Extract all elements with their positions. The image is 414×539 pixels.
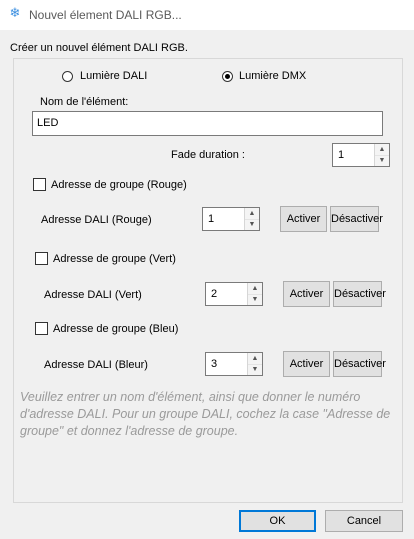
help-text: Veuillez entrer un nom d'élément, ainsi … [20,390,391,438]
group-checkbox-bleu-label: Adresse de groupe (Bleu) [53,323,179,335]
fade-duration-label: Fade duration : [171,149,245,161]
spin-down-icon[interactable]: ▼ [245,219,259,230]
dali-address-rouge-label: Adresse DALI (Rouge) [41,214,152,226]
spin-down-icon[interactable]: ▼ [375,155,389,166]
spin-down-icon[interactable]: ▼ [248,364,262,375]
deactivate-rouge-button[interactable]: Désactiver [330,206,383,232]
activate-bleu-button[interactable]: Activer [283,351,330,377]
dali-address-bleu-spinner[interactable]: 3 ▲ ▼ [205,352,263,376]
group-checkbox-vert-label: Adresse de groupe (Vert) [53,253,176,265]
dali-address-rouge-spin-buttons: ▲ ▼ [244,208,259,230]
activate-vert-button[interactable]: Activer [283,281,330,307]
group-checkbox-rouge-label: Adresse de groupe (Rouge) [51,179,187,191]
fade-duration-spinner[interactable]: 1 ▲ ▼ [332,143,390,167]
element-name-input[interactable]: LED [32,111,383,136]
title-bar: ❄ Nouvel élement DALI RGB... [0,0,414,30]
dali-address-bleu-value: 3 [211,358,218,370]
radio-lumiere-dmx[interactable] [222,71,233,82]
group-checkbox-bleu[interactable] [35,322,48,335]
snowflake-icon: ❄ [9,5,21,20]
intro-text: Créer un nouvel élément DALI RGB. [10,42,188,54]
fade-duration-value: 1 [338,149,345,161]
group-checkbox-vert[interactable] [35,252,48,265]
dali-address-vert-value: 2 [211,288,218,300]
dali-address-vert-label: Adresse DALI (Vert) [44,289,142,301]
dali-address-bleu-spin-buttons: ▲ ▼ [247,353,262,375]
activate-rouge-button[interactable]: Activer [280,206,327,232]
dali-address-vert-spin-buttons: ▲ ▼ [247,283,262,305]
radio-lumiere-dali[interactable] [62,71,73,82]
dali-address-rouge-spinner[interactable]: 1 ▲ ▼ [202,207,260,231]
dali-address-bleu-label: Adresse DALI (Bleur) [44,359,148,371]
ok-button[interactable]: OK [239,510,316,532]
group-checkbox-rouge[interactable] [33,178,46,191]
radio-lumiere-dali-label: Lumière DALI [80,70,148,82]
deactivate-vert-button[interactable]: Désactiver [333,281,386,307]
radio-lumiere-dmx-label: Lumière DMX [239,70,307,82]
window-title: Nouvel élement DALI RGB... [29,8,182,22]
dali-address-rouge-value: 1 [208,213,215,225]
spin-down-icon[interactable]: ▼ [248,294,262,305]
deactivate-bleu-button[interactable]: Désactiver [333,351,386,377]
cancel-button[interactable]: Cancel [325,510,403,532]
element-name-label: Nom de l'élément: [40,96,129,108]
fade-duration-spin-buttons: ▲ ▼ [374,144,389,166]
dali-address-vert-spinner[interactable]: 2 ▲ ▼ [205,282,263,306]
